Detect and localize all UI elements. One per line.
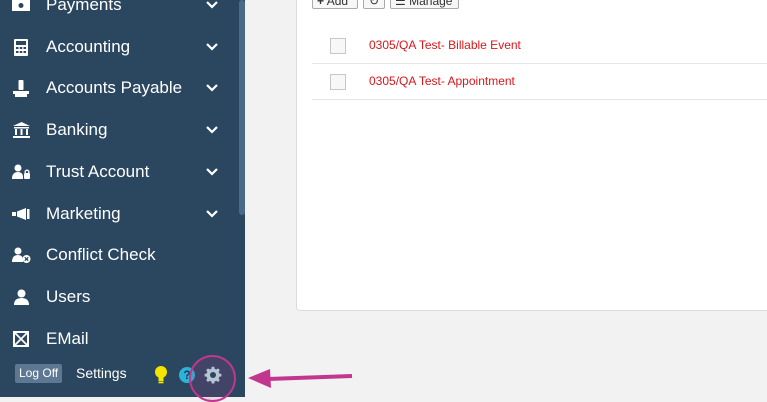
row-title-link[interactable]: 0305/QA Test- Billable Event [369, 38, 521, 52]
row-checkbox[interactable] [330, 38, 346, 54]
chevron-down-icon [206, 210, 218, 218]
sidebar-item-label: Trust Account [46, 162, 150, 181]
bullhorn-icon [11, 205, 31, 223]
pointer-arrow [248, 369, 353, 388]
gear-icon[interactable] [204, 366, 222, 384]
sidebar-item-label: Banking [46, 120, 108, 139]
chevron-down-icon [206, 84, 218, 92]
manage-button[interactable]: ☰ Manage [390, 0, 459, 9]
add-label: Add [326, 0, 349, 8]
sidebar-item-label: Marketing [46, 204, 121, 223]
accounts-payable-icon [11, 79, 31, 97]
list-icon: ☰ [395, 0, 406, 8]
sidebar-item-accounting[interactable]: Accounting [0, 26, 239, 68]
user-icon [11, 288, 31, 306]
sidebar-item-label: EMail [46, 329, 89, 348]
sidebar-item-users[interactable]: Users [0, 276, 239, 318]
sidebar-item-banking[interactable]: Banking [0, 109, 239, 151]
list-item[interactable]: 0305/QA Test- Appointment [312, 64, 767, 100]
row-checkbox[interactable] [330, 74, 346, 90]
settings-link[interactable]: Settings [76, 365, 127, 381]
chevron-down-icon [206, 43, 218, 51]
plus-icon: + [317, 0, 325, 8]
sidebar-item-payments[interactable]: Payments [0, 0, 239, 26]
conflict-check-icon [11, 246, 31, 264]
sidebar-item-marketing[interactable]: Marketing [0, 193, 239, 235]
bank-icon [11, 121, 31, 139]
row-title-link[interactable]: 0305/QA Test- Appointment [369, 74, 515, 88]
sidebar-item-label: Users [46, 287, 91, 306]
sidebar-item-conflict-check[interactable]: Conflict Check [0, 234, 239, 276]
add-button[interactable]: + Add [312, 0, 358, 9]
chevron-down-icon [206, 126, 218, 134]
sidebar-scrollbar[interactable] [239, 0, 245, 215]
sidebar-item-label: Accounting [46, 37, 131, 56]
sidebar-item-trust-account[interactable]: Trust Account [0, 151, 239, 193]
sidebar-item-label: Conflict Check [46, 245, 156, 264]
sidebar-item-accounts-payable[interactable]: Accounts Payable [0, 67, 239, 109]
sidebar-item-label: Payments [46, 0, 122, 14]
chevron-down-icon [206, 168, 218, 176]
manage-label: Manage [409, 0, 453, 8]
refresh-button[interactable]: ↻ [363, 0, 385, 9]
list-item[interactable]: 0305/QA Test- Billable Event [312, 28, 767, 64]
calculator-icon [11, 38, 31, 56]
refresh-icon: ↻ [368, 0, 380, 8]
log-off-button[interactable]: Log Off [15, 364, 63, 383]
payments-icon [11, 0, 31, 14]
email-icon [11, 330, 31, 348]
chevron-down-icon [206, 1, 218, 9]
sidebar: Payments Accounting Accounts Payable Ban… [0, 0, 245, 397]
sidebar-item-label: Accounts Payable [46, 78, 183, 97]
lightbulb-icon[interactable] [154, 365, 168, 385]
trust-account-icon [11, 163, 31, 181]
